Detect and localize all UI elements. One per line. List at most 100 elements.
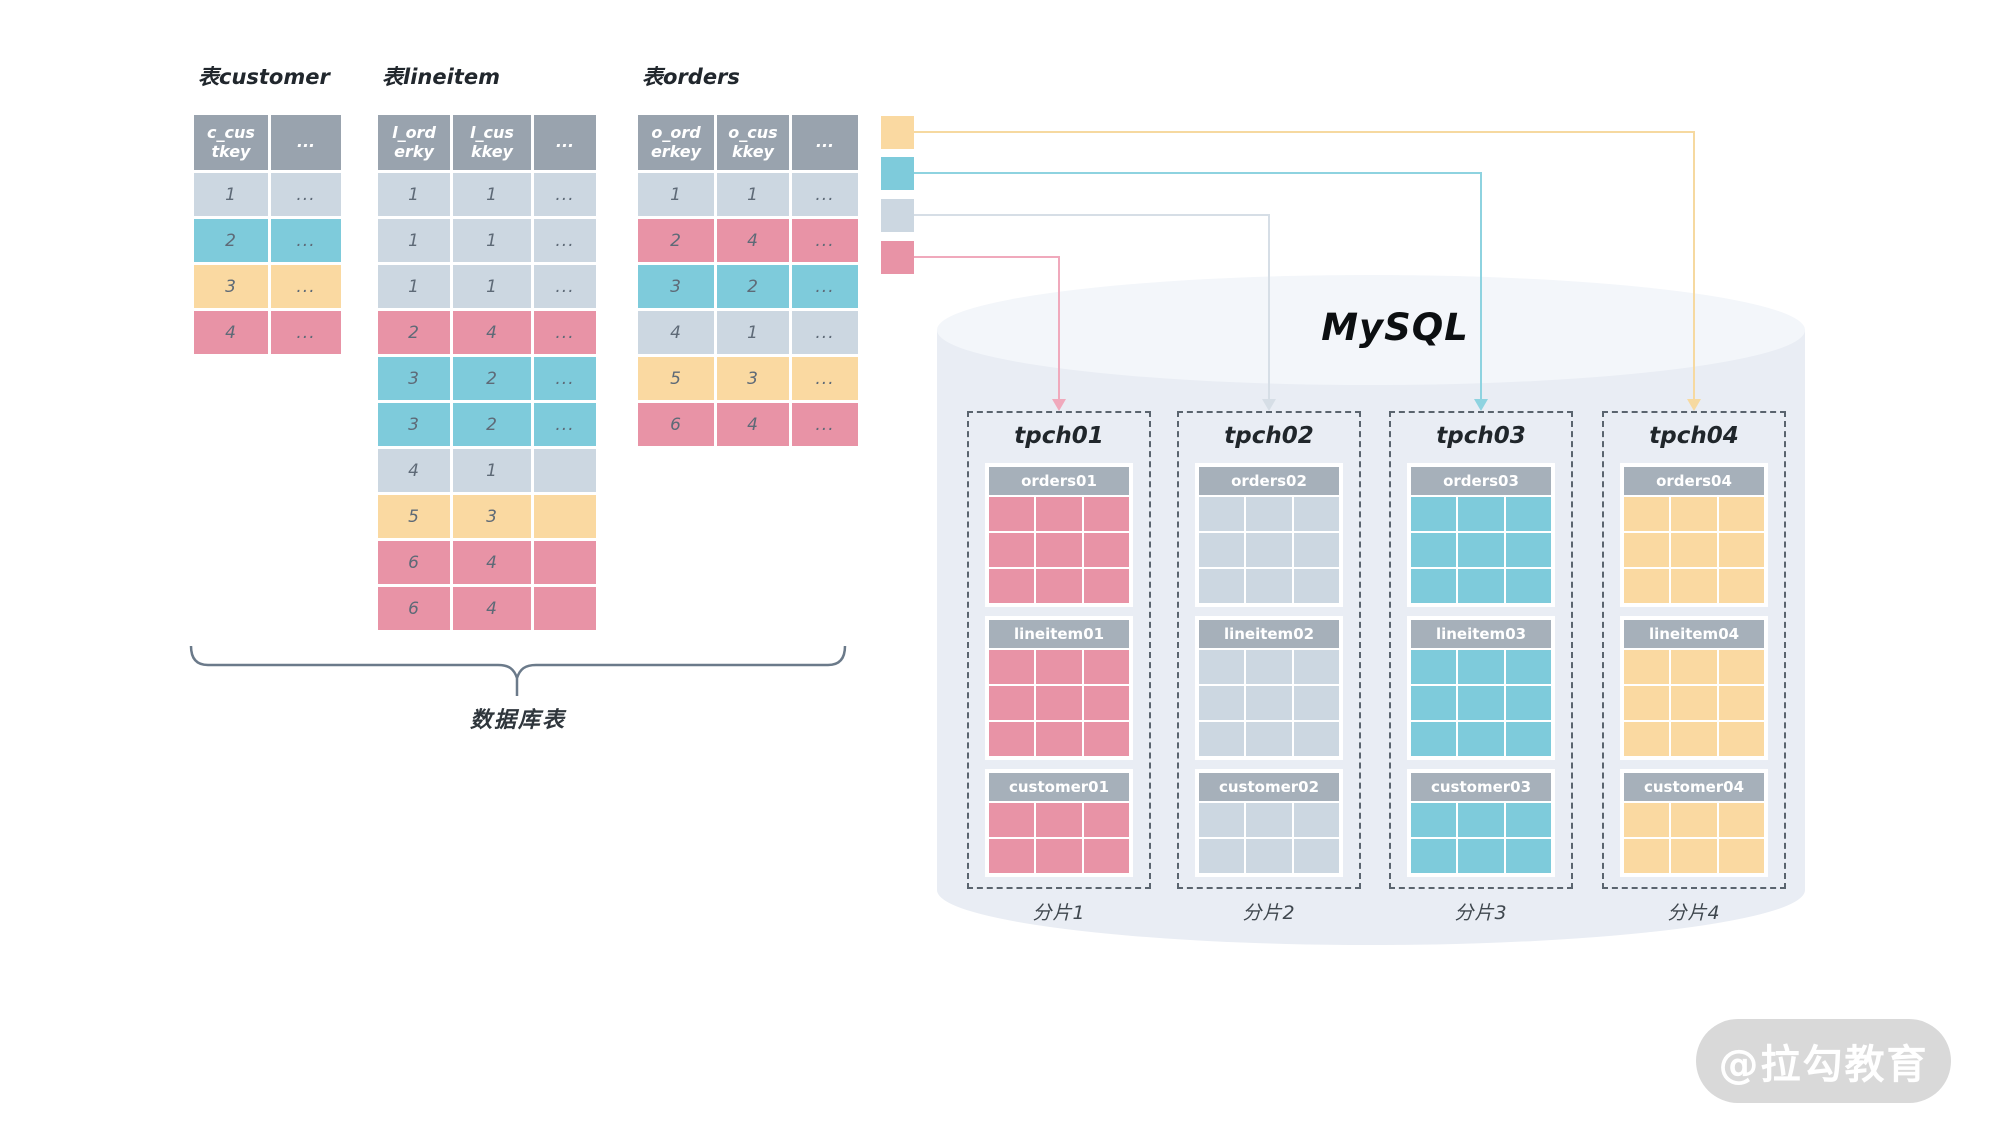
shard-cell [1036, 722, 1081, 756]
shard-cell [1671, 839, 1716, 873]
shard-cell [1246, 839, 1291, 873]
shard-cell [1199, 650, 1244, 684]
shard-cell [1719, 803, 1764, 837]
table-grid: l_ord erkyl_cus kkey...11...11...11...24… [378, 115, 596, 630]
shard-cell [1719, 686, 1764, 720]
shard-cell [1458, 803, 1503, 837]
legend-square-yellow [881, 116, 914, 149]
diagram-stage: 表customer c_cus tkey...1...2...3...4... … [0, 0, 2000, 1125]
data-cell: 3 [638, 265, 714, 308]
legend-square-pink [881, 241, 914, 274]
table-title: 表orders [642, 64, 858, 90]
shard-caption: 分片1 [967, 898, 1151, 925]
shard-cell [1624, 569, 1669, 603]
table-grid: c_cus tkey...1...2...3...4... [194, 115, 341, 354]
mini-table-orders02: orders02 [1195, 463, 1343, 607]
shard-cell [1036, 569, 1081, 603]
table-orders: 表orders o_ord erkeyo_cus kkey...11...24.… [638, 64, 858, 446]
shard-cell [1084, 533, 1129, 567]
shard-cell [1624, 650, 1669, 684]
shard-cell [1411, 839, 1456, 873]
shard-cell [1294, 533, 1339, 567]
shard-cell [1199, 803, 1244, 837]
mini-table-grid [1411, 650, 1551, 756]
shard-cell [1458, 839, 1503, 873]
shard-cell [1294, 839, 1339, 873]
shard-cell [1084, 686, 1129, 720]
shard-cell [1506, 839, 1551, 873]
shard-cell [989, 686, 1034, 720]
data-cell: ... [271, 265, 341, 308]
shard-cell [1624, 803, 1669, 837]
shard-cell [1506, 533, 1551, 567]
mini-table-grid [1624, 650, 1764, 756]
shard-tpch02: tpch02 orders02 lineitem02 customer02 分片… [1177, 411, 1361, 925]
shard-caption: 分片4 [1602, 898, 1786, 925]
data-cell: 6 [378, 541, 450, 584]
mini-table-lineitem01: lineitem01 [985, 616, 1133, 760]
data-cell: ... [534, 219, 596, 262]
shard-cell [1719, 839, 1764, 873]
shard-cell [989, 569, 1034, 603]
shard-cell [1719, 533, 1764, 567]
data-cell: 4 [717, 403, 789, 446]
shard-cell [1084, 722, 1129, 756]
table-title: 表lineitem [382, 64, 596, 90]
shard-cell [1719, 650, 1764, 684]
shard-cell [1671, 497, 1716, 531]
shard-cell [1458, 650, 1503, 684]
data-cell: 3 [453, 495, 531, 538]
shard-cell [1036, 839, 1081, 873]
shard-cell [1624, 497, 1669, 531]
shard-cell [1199, 722, 1244, 756]
shard-cell [989, 839, 1034, 873]
brace-icon [191, 646, 845, 696]
mini-table-header: lineitem01 [989, 620, 1129, 648]
data-cell: ... [792, 403, 858, 446]
shard-cell [1506, 722, 1551, 756]
header-cell: l_ord erky [378, 115, 450, 170]
arrow-line-pink [914, 257, 1059, 399]
shard-cell [1199, 839, 1244, 873]
shard-cell [1084, 497, 1129, 531]
header-cell: l_cus kkey [453, 115, 531, 170]
shard-cell [1294, 686, 1339, 720]
data-cell: 1 [453, 449, 531, 492]
shard-box: tpch03 orders03 lineitem03 customer03 [1389, 411, 1573, 889]
mini-table-grid [1411, 497, 1551, 603]
shard-cell [1671, 533, 1716, 567]
shard-cell [1411, 569, 1456, 603]
shard-cell [1458, 722, 1503, 756]
mini-table-lineitem03: lineitem03 [1407, 616, 1555, 760]
shard-cell [1246, 650, 1291, 684]
data-cell: 2 [194, 219, 268, 262]
shard-box: tpch02 orders02 lineitem02 customer02 [1177, 411, 1361, 889]
shard-cell [1506, 650, 1551, 684]
data-cell: ... [534, 265, 596, 308]
shard-cell [1246, 686, 1291, 720]
shard-cell [989, 650, 1034, 684]
shard-cell [1411, 497, 1456, 531]
arrowhead-cyan-icon [1474, 399, 1488, 411]
legend-square-cyan [881, 157, 914, 190]
data-cell: 1 [453, 265, 531, 308]
data-cell: ... [792, 265, 858, 308]
shard-box: tpch01 orders01 lineitem01 customer01 [967, 411, 1151, 889]
mini-table-orders04: orders04 [1620, 463, 1768, 607]
shard-cell [1458, 686, 1503, 720]
mini-table-header: orders04 [1624, 467, 1764, 495]
shard-cell [1246, 497, 1291, 531]
mini-table-header: lineitem03 [1411, 620, 1551, 648]
data-cell: 3 [378, 357, 450, 400]
shard-cell [1294, 803, 1339, 837]
data-cell: ... [271, 173, 341, 216]
mini-table-grid [1411, 803, 1551, 873]
mini-table-header: customer04 [1624, 773, 1764, 801]
data-cell: ... [534, 357, 596, 400]
shard-cell [1719, 569, 1764, 603]
mini-table-grid [1624, 497, 1764, 603]
shard-cell [1294, 569, 1339, 603]
data-cell: 5 [638, 357, 714, 400]
data-cell [534, 449, 596, 492]
shard-title: tpch01 [969, 421, 1149, 451]
